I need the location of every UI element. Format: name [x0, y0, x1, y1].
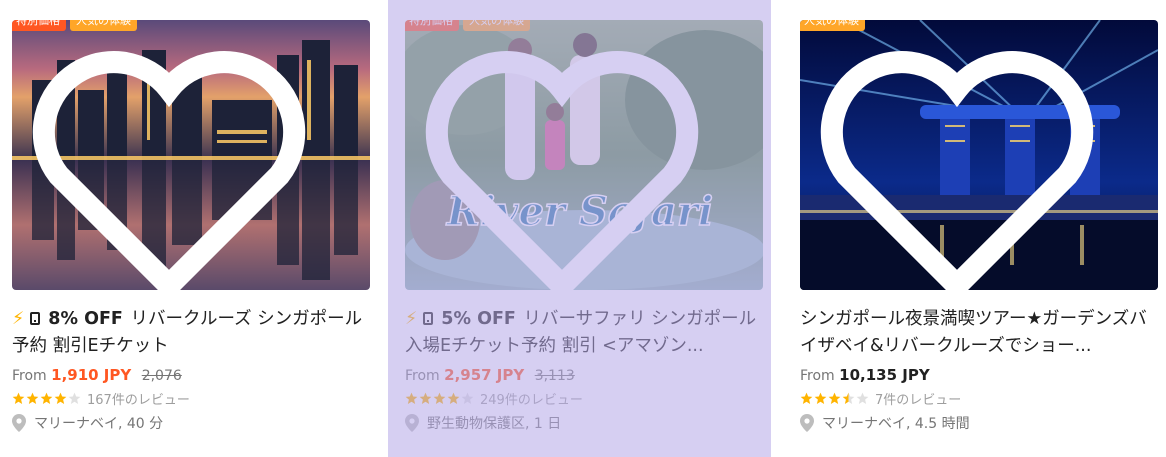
star-icon	[433, 392, 446, 405]
star-rating	[12, 392, 81, 405]
star-icon	[40, 392, 53, 405]
star-icon	[447, 392, 460, 405]
star-icon	[800, 392, 813, 405]
discount-label: 5% OFF	[441, 309, 516, 329]
star-icon	[419, 392, 432, 405]
activity-title[interactable]: シンガポール夜景満喫ツアー★ガーデンズバイザベイ&リバークルーズでショー...	[800, 306, 1156, 360]
badge-group: 特別価格 人気の体験	[405, 20, 530, 31]
price-amount: 1,910 JPY	[51, 366, 132, 384]
star-icon	[828, 392, 841, 405]
activity-title[interactable]: ⚡ 5% OFF リバーサファリ シンガポール 入場Eチケット予約 割引 <アマゾ…	[405, 306, 761, 360]
location-text: 野生動物保護区, 1 日	[427, 416, 562, 432]
activity-image[interactable]: River Safari 特別価格 人気の体験	[405, 20, 763, 290]
activity-card-highlighted[interactable]: River Safari 特別価格 人気の体験 ⚡ 5% OFF リバーサファリ …	[388, 0, 771, 457]
location-line: マリーナベイ, 40 分	[12, 413, 380, 433]
star-icon	[68, 392, 81, 405]
heart-icon[interactable]	[12, 40, 348, 290]
price-line: From 1,910 JPY 2,076	[12, 366, 380, 384]
star-rating	[405, 392, 474, 405]
location-line: 野生動物保護区, 1 日	[405, 413, 771, 433]
review-count: 249件のレビュー	[480, 393, 583, 408]
location-line: マリーナベイ, 4.5 時間	[800, 413, 1166, 433]
price-amount: 2,957 JPY	[444, 366, 525, 384]
star-rating	[800, 392, 869, 405]
rating-line: 7件のレビュー	[800, 389, 1166, 408]
special-price-badge: 特別価格	[12, 20, 66, 31]
mobile-ticket-icon	[423, 312, 434, 325]
badge-group: 人気の体験	[800, 20, 865, 31]
mobile-ticket-icon	[30, 312, 41, 325]
rating-line: 249件のレビュー	[405, 389, 771, 408]
price-amount: 10,135 JPY	[839, 366, 930, 384]
review-count: 167件のレビュー	[87, 393, 190, 408]
location-pin-icon	[405, 414, 419, 432]
rating-line: 167件のレビュー	[12, 389, 380, 408]
location-text: マリーナベイ, 4.5 時間	[822, 416, 970, 432]
original-price: 2,076	[141, 368, 182, 384]
heart-icon[interactable]	[800, 40, 1136, 290]
location-text: マリーナベイ, 40 分	[34, 416, 164, 432]
price-line: From 2,957 JPY 3,113	[405, 366, 771, 384]
star-icon	[405, 392, 418, 405]
popular-experience-badge: 人気の体験	[463, 20, 530, 31]
price-prefix: From	[405, 368, 440, 384]
discount-label: 8% OFF	[48, 309, 123, 329]
location-pin-icon	[12, 414, 26, 432]
price-prefix: From	[12, 368, 47, 384]
star-icon	[814, 392, 827, 405]
star-icon	[461, 392, 474, 405]
flash-icon: ⚡	[405, 309, 418, 329]
special-price-badge: 特別価格	[405, 20, 459, 31]
location-pin-icon	[800, 414, 814, 432]
activity-card-row: 特別価格 人気の体験 ⚡ 8% OFF リバークルーズ シンガポール 予約 割引E…	[0, 0, 1166, 457]
activity-card[interactable]: 特別価格 人気の体験 ⚡ 8% OFF リバークルーズ シンガポール 予約 割引E…	[8, 0, 380, 457]
activity-image[interactable]: 特別価格 人気の体験	[12, 20, 370, 290]
popular-experience-badge: 人気の体験	[800, 20, 865, 31]
price-line: From 10,135 JPY	[800, 366, 1166, 384]
heart-icon[interactable]	[405, 40, 741, 290]
star-icon	[842, 392, 855, 405]
popular-experience-badge: 人気の体験	[70, 20, 137, 31]
badge-group: 特別価格 人気の体験	[12, 20, 137, 31]
star-icon	[12, 392, 25, 405]
activity-image[interactable]: 人気の体験	[800, 20, 1158, 290]
flash-icon: ⚡	[12, 309, 25, 329]
activity-title-text: シンガポール夜景満喫ツアー★ガーデンズバイザベイ&リバークルーズでショー...	[800, 309, 1147, 356]
star-icon	[54, 392, 67, 405]
star-icon	[26, 392, 39, 405]
star-icon	[856, 392, 869, 405]
activity-card[interactable]: 人気の体験 シンガポール夜景満喫ツアー★ガーデンズバイザベイ&リバークルーズでシ…	[797, 0, 1166, 457]
review-count: 7件のレビュー	[875, 393, 962, 408]
activity-title[interactable]: ⚡ 8% OFF リバークルーズ シンガポール 予約 割引Eチケット	[12, 306, 368, 360]
original-price: 3,113	[534, 368, 575, 384]
price-prefix: From	[800, 368, 835, 384]
